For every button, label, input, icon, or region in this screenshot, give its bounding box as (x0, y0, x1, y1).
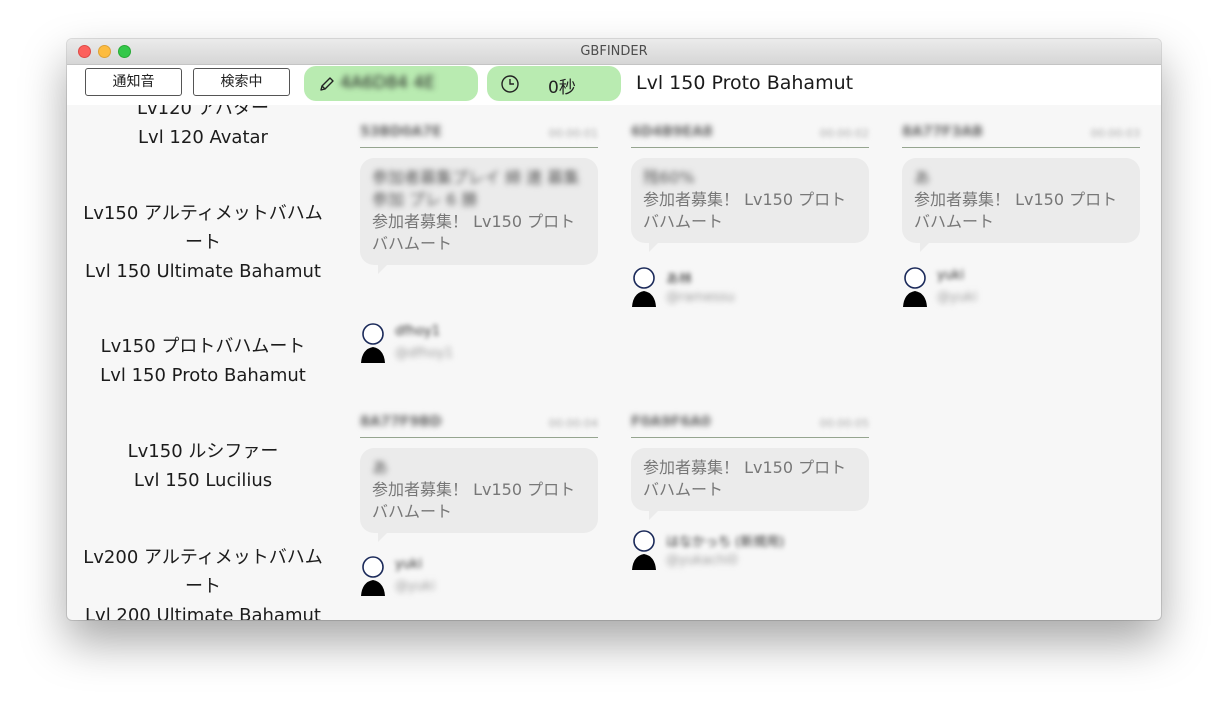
boss-item-avatar[interactable]: Lv120 アバター Lvl 120 Avatar (67, 105, 339, 152)
tweet-bubble: あ 参加者募集！ Lv150 プロトバハムート (902, 158, 1140, 252)
tweet-time: 00:00:04 (548, 417, 598, 430)
elapsed-time-value: 0秒 (548, 78, 576, 98)
tweet-time: 00:00:01 (548, 127, 598, 140)
tweet-bubble: 参加者募集プレイ 締 連 募集 参加 プレ 6 勝 参加者募集！ Lv150 プ… (360, 158, 598, 274)
boss-name-en: Lvl 200 Ultimate Bahamut (85, 605, 321, 620)
user-handle: @yukachi0 (666, 553, 738, 568)
user-name: あ林 (666, 272, 693, 287)
pencil-icon (320, 77, 334, 91)
tweet-body: 参加者募集！ Lv150 プロトバハムート (914, 190, 1118, 231)
tweet-time: 00:00:05 (819, 417, 869, 430)
tweet-body: 参加者募集！ Lv150 プロトバハムート (643, 190, 847, 231)
user-handle: @yuki (395, 579, 436, 594)
tweet-time: 00:00:03 (1090, 127, 1140, 140)
boss-item-ultimate-bahamut-200[interactable]: Lv200 アルティメットバハムート Lvl 200 Ultimate Baha… (67, 543, 339, 620)
boss-name-en: Lvl 120 Avatar (138, 127, 268, 148)
boss-name-jp: Lv150 アルティメットバハムート (83, 203, 323, 253)
tweet-message: あ (372, 458, 389, 477)
boss-name-en: Lvl 150 Lucilius (133, 470, 273, 491)
tweet-bubble: 参加者募集！ Lv150 プロトバハムート (631, 448, 869, 520)
user-avatar-icon (361, 556, 385, 596)
user-avatar-icon (361, 323, 385, 363)
user-name: yuki (937, 268, 965, 283)
boss-item-ultimate-bahamut-150[interactable]: Lv150 アルティメットバハムート Lvl 150 Ultimate Baha… (67, 199, 339, 286)
tweet-message: あ (914, 168, 931, 187)
tweet-bubble: あ 参加者募集！ Lv150 プロトバハムート (360, 448, 598, 542)
user-avatar-icon (632, 267, 656, 307)
battle-id[interactable]: 53BD0A7E (360, 124, 442, 140)
app-window: GBFINDER 通知音 検索中 4A6D84 4E 0秒 Lvl 150 Pr… (67, 39, 1161, 620)
copy-battle-id-pill[interactable]: 4A6D84 4E (304, 66, 478, 101)
battle-id[interactable]: 6D4B9EA8 (631, 124, 713, 140)
card-header: 6D4B9EA8 00:00:02 (631, 121, 869, 148)
main-content: Lv120 アバター Lvl 120 Avatar Lv150 アルティメットバ… (67, 105, 1161, 620)
boss-item-lucilius[interactable]: Lv150 ルシファー Lvl 150 Lucilius (67, 437, 339, 495)
boss-name-jp: Lv120 アバター (136, 105, 270, 119)
tweet-message: 残60% (643, 168, 695, 187)
window-title: GBFINDER (580, 44, 648, 59)
card-header: 8A77F9BD 00:00:04 (360, 411, 598, 438)
clock-icon (501, 75, 519, 93)
tweet-body: 参加者募集！ Lv150 プロトバハムート (372, 480, 576, 521)
user-handle: @ramessu (666, 290, 735, 305)
tweet-message: 参加者募集プレイ 締 連 募集 参加 プレ 6 勝 (372, 168, 580, 209)
user-handle: @dfhoy1 (395, 346, 453, 361)
battle-id[interactable]: F0A9F6A0 (631, 414, 711, 430)
tweet-bubble: 残60% 参加者募集！ Lv150 プロトバハムート (631, 158, 869, 252)
boss-list[interactable]: Lv120 アバター Lvl 120 Avatar Lv150 アルティメットバ… (67, 105, 339, 620)
user-avatar-icon (632, 530, 656, 570)
user-name: はなかっち (新規用) (666, 535, 785, 550)
boss-name-en: Lvl 150 Proto Bahamut (100, 365, 306, 386)
elapsed-time-pill: 0秒 (487, 66, 621, 101)
battle-id-value: 4A6D84 4E (340, 73, 435, 93)
boss-item-proto-bahamut[interactable]: Lv150 プロトバハムート Lvl 150 Proto Bahamut (67, 332, 339, 390)
battle-id[interactable]: 8A77F3AB (902, 124, 983, 140)
card-header: 8A77F3AB 00:00:03 (902, 121, 1140, 148)
boss-name-jp: Lv150 ルシファー (127, 441, 279, 462)
searching-button[interactable]: 検索中 (193, 68, 290, 96)
notify-sound-button[interactable]: 通知音 (85, 68, 182, 96)
tweet-time: 00:00:02 (819, 127, 869, 140)
battle-id[interactable]: 8A77F9BD (360, 414, 442, 430)
title-bar: GBFINDER (67, 39, 1161, 65)
current-boss-label: Lvl 150 Proto Bahamut (636, 72, 854, 94)
card-header: F0A9F6A0 00:00:05 (631, 411, 869, 438)
user-name: dfhoy1 (395, 324, 440, 339)
boss-name-jp: Lv150 プロトバハムート (100, 336, 306, 357)
user-handle: @yuki (937, 290, 978, 305)
user-name: yuki (395, 557, 423, 572)
card-header: 53BD0A7E 00:00:01 (360, 121, 598, 148)
toolbar: 通知音 検索中 4A6D84 4E 0秒 Lvl 150 Proto Baham… (67, 65, 1161, 105)
tweet-body: 参加者募集！ Lv150 プロトバハムート (372, 212, 576, 253)
tweet-body: 参加者募集！ Lv150 プロトバハムート (643, 458, 847, 499)
boss-name-jp: Lv200 アルティメットバハムート (83, 547, 323, 597)
user-avatar-icon (903, 267, 927, 307)
boss-name-en: Lvl 150 Ultimate Bahamut (85, 261, 321, 282)
